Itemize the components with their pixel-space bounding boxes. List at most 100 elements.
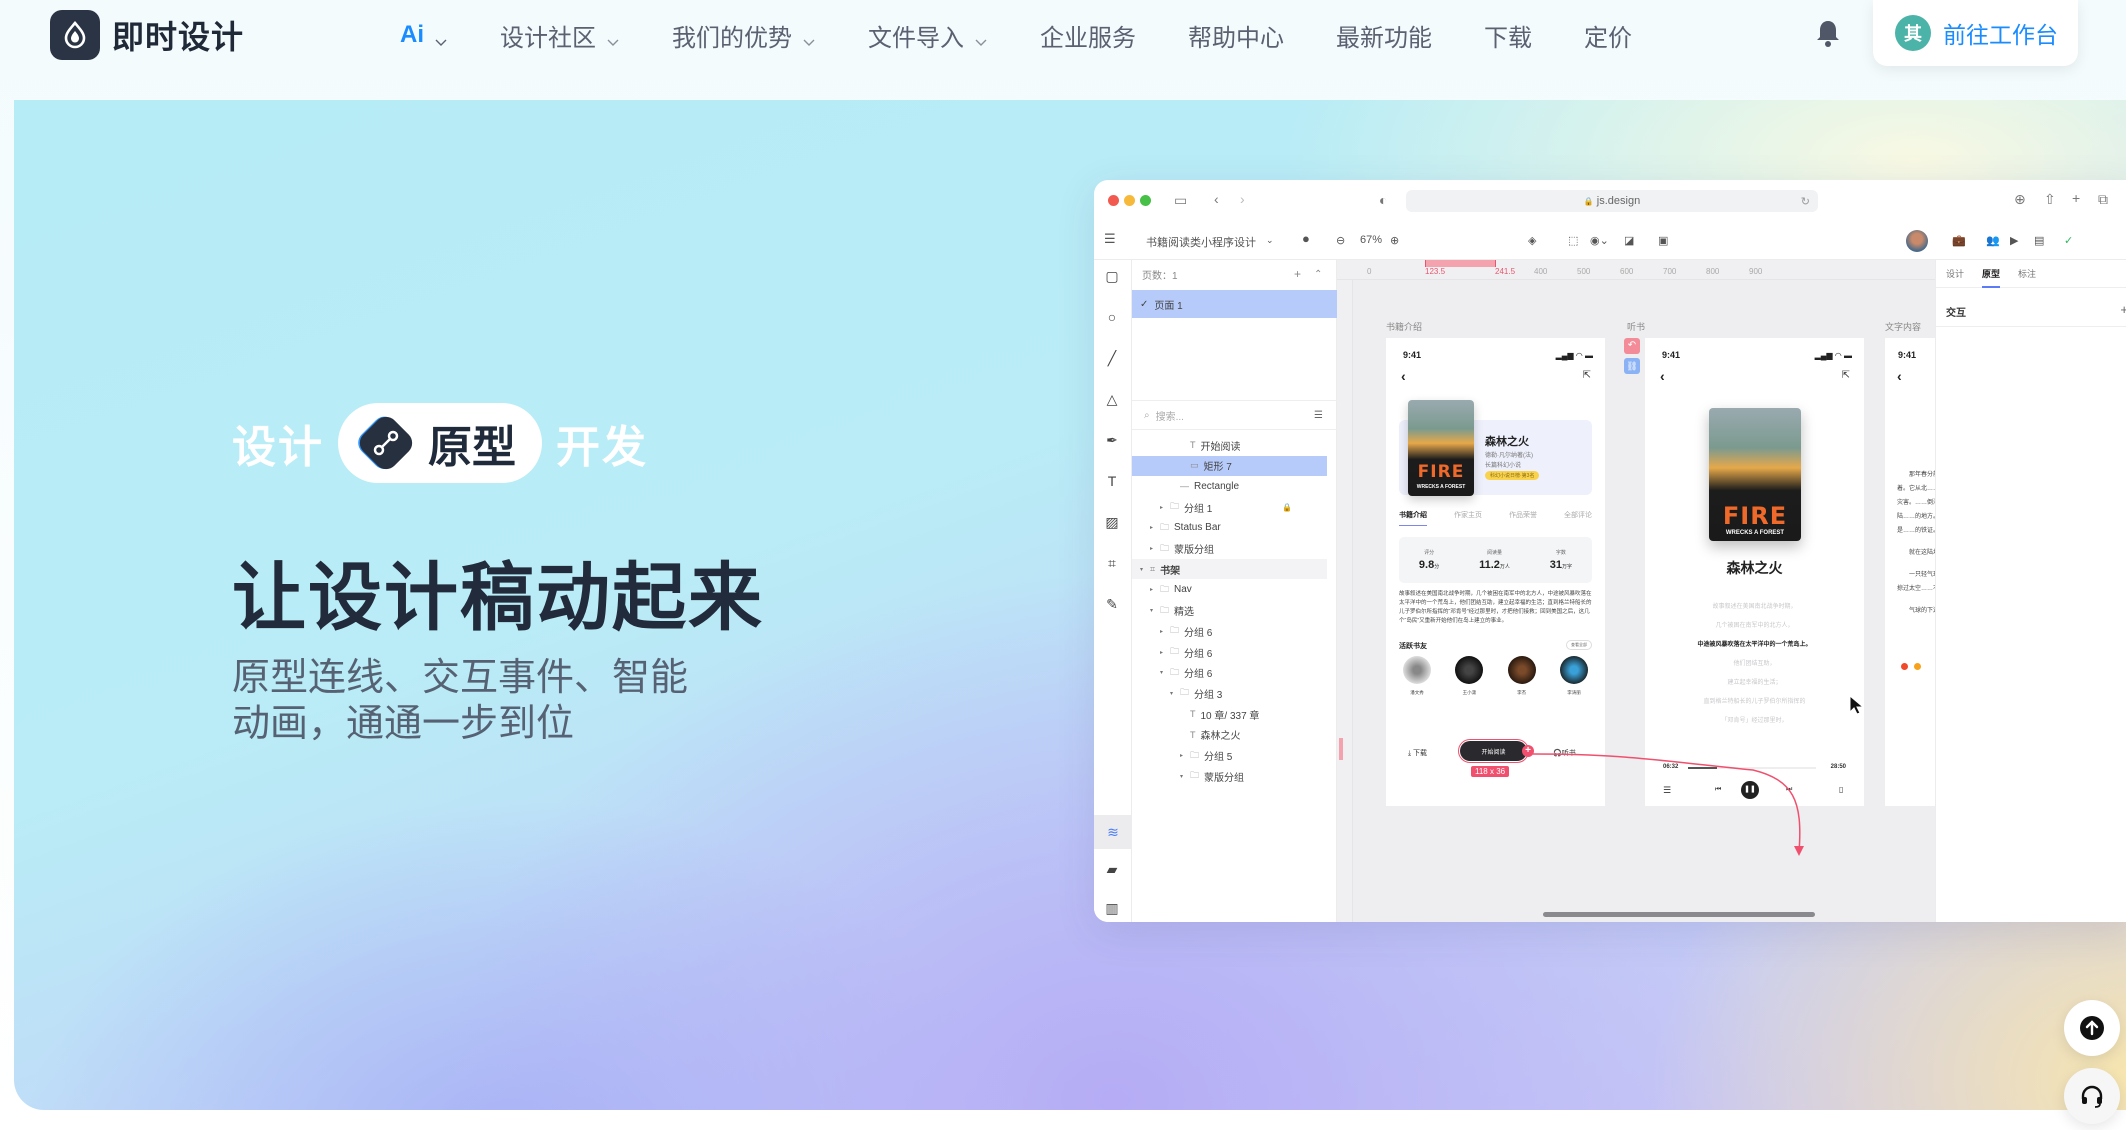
text-layer-icon: T (1190, 729, 1196, 740)
page-item[interactable]: ✓ 页面 1 (1132, 290, 1337, 318)
reload-icon: ↻ (1800, 195, 1810, 208)
nav-item[interactable]: Ai (400, 21, 448, 49)
layers-panel-icon[interactable]: ≋ (1094, 815, 1132, 849)
back-icon: ‹ (1897, 368, 1902, 384)
group-layer-icon: 🗀 (1170, 646, 1180, 656)
layer-row[interactable]: ▾ ⌗ 书架 (1132, 559, 1327, 580)
canvas-horizontal-scrollbar[interactable] (1543, 912, 1815, 917)
file-name: 书籍阅读类小程序设计 (1146, 237, 1256, 249)
layer-row[interactable]: ▸ 🗀 分组 5 (1132, 746, 1327, 766)
layer-row[interactable]: T 森林之火 (1132, 725, 1327, 745)
nav-item[interactable]: 最新功能 (1336, 18, 1432, 53)
properties-tab[interactable]: 设计 (1946, 267, 1964, 280)
go-to-workspace-button[interactable]: 其 前往工作台 (1873, 0, 2078, 66)
ruler-tick-label: 0 (1367, 267, 1372, 276)
layer-row[interactable]: T 10 章/ 337 章 (1132, 704, 1327, 724)
caret-right-icon[interactable]: ▸ (1150, 524, 1160, 531)
brand-logo[interactable]: 即时设计 (50, 10, 244, 60)
headset-icon (2081, 1085, 2103, 1108)
layer-label: 分组 3 (1194, 689, 1223, 701)
lock-icon[interactable]: 🔒 (1282, 503, 1292, 512)
ruler-tick-label: 800 (1706, 267, 1720, 276)
nav-item-label: 最新功能 (1336, 24, 1432, 52)
nav-item[interactable]: 企业服务 (1040, 18, 1136, 53)
caret-down-icon[interactable]: ▾ (1140, 566, 1150, 573)
nav-item[interactable]: 我们的优势 (672, 18, 816, 53)
hero-subtitle: 原型连线、交互事件、智能动画，通通一步到位 (232, 657, 689, 745)
frame-text-content[interactable]: 9:41 ‹ 那年春分前……令人难忘的，人……怒吼着。它从北……过了一千八百英…… (1885, 338, 1935, 806)
nav-item[interactable]: 下载 (1484, 18, 1532, 53)
collapse-icon[interactable]: ⌃ (1314, 269, 1322, 280)
forward-arrow-icon: › (1240, 191, 1245, 207)
rectangle-tool-icon[interactable]: ▢ (1104, 268, 1120, 284)
caret-right-icon[interactable]: ▸ (1160, 628, 1170, 635)
caret-right-icon[interactable]: ▸ (1150, 545, 1160, 552)
caret-down-icon[interactable]: ▾ (1170, 690, 1180, 697)
properties-tab[interactable]: 原型 (1982, 259, 2001, 288)
layer-row[interactable]: ▾ 🗀 分组 3 (1132, 683, 1327, 703)
layer-row[interactable]: T 开始阅读 (1132, 435, 1327, 455)
ruler-tick-label: 123.5 (1425, 267, 1446, 276)
caret-down-icon[interactable]: ▾ (1150, 607, 1160, 614)
caret-right-icon[interactable]: ▸ (1150, 586, 1160, 593)
pages-panel-icon[interactable]: ▥ (1104, 900, 1120, 916)
layer-row[interactable]: ▸ 🗀 分组 1 🔒 (1132, 497, 1327, 517)
caret-right-icon[interactable]: ▸ (1180, 752, 1190, 759)
layer-label: 开始阅读 (1200, 441, 1241, 453)
ellipse-tool-icon[interactable]: ○ (1104, 309, 1120, 325)
text-tool-icon[interactable]: T (1104, 473, 1120, 489)
line-tool-icon[interactable]: ╱ (1104, 350, 1120, 366)
back-to-top-button[interactable] (2064, 1000, 2120, 1056)
color-orange[interactable] (1914, 662, 1921, 670)
tabs-overview-icon: ⧉ (2098, 191, 2108, 207)
color-red[interactable] (1901, 662, 1908, 670)
tag-prototype: 原型 (428, 423, 516, 472)
customer-support-button[interactable] (2064, 1068, 2120, 1124)
frame-tool-icon[interactable]: ⌗ (1104, 555, 1120, 571)
group-layer-icon: 🗀 (1190, 770, 1200, 781)
pages-count: 页数：1 (1142, 270, 1178, 282)
polygon-tool-icon[interactable]: △ (1104, 391, 1120, 407)
horizontal-ruler: 0 123.5 241.5 400 500 600 700 800 900 (1337, 260, 1935, 280)
nav-item[interactable]: 文件导入 (868, 18, 988, 53)
nav-item[interactable]: 帮助中心 (1188, 18, 1284, 53)
layer-row[interactable]: ▾ 🗀 分组 6 (1132, 663, 1327, 683)
layer-row[interactable]: ▸ 🗀 分组 6 (1132, 642, 1327, 662)
layer-row[interactable]: ▾ 🗀 精选 (1132, 601, 1327, 621)
page: 即时设计 Ai 设计社区 我们的优势 文件导入 企业服务 帮助中心 最新功能 下载 定价 其 前… (0, 0, 2126, 1130)
layer-row[interactable]: ▸ 🗀 蒙版分组 (1132, 539, 1327, 559)
image-tool-icon[interactable]: ▨ (1104, 514, 1120, 530)
chevron-down-icon (434, 28, 448, 46)
layer-row[interactable]: ▸ 🗀 Status Bar (1132, 518, 1327, 538)
layer-row[interactable]: ▾ 🗀 蒙版分组 (1132, 766, 1327, 786)
nav-item[interactable]: 设计社区 (500, 18, 620, 53)
pen-tool-icon[interactable]: ✒ (1104, 432, 1120, 448)
menu-icon: ☰ (1104, 231, 1116, 246)
caret-right-icon[interactable]: ▸ (1160, 504, 1170, 511)
download-icon: ⊕ (2014, 191, 2026, 207)
layer-label: 分组 6 (1184, 627, 1213, 639)
filter-icon[interactable]: ☰ (1314, 410, 1323, 421)
bell-icon[interactable] (1815, 18, 1841, 48)
caret-down-icon[interactable]: ▾ (1160, 669, 1170, 676)
collaborator-avatar (1906, 230, 1928, 255)
layer-search[interactable]: ⌕ 搜索... ☰ (1132, 400, 1337, 430)
layer-row[interactable]: — Rectangle (1132, 476, 1327, 496)
prototype-connection-arrow (1532, 753, 1804, 856)
properties-tab[interactable]: 标注 (2018, 267, 2036, 280)
layer-row[interactable]: ▸ 🗀 分组 6 (1132, 621, 1327, 641)
add-interaction-icon[interactable]: + (2120, 302, 2126, 317)
highlight-color-picker[interactable] (1901, 658, 1935, 674)
brush-tool-icon[interactable]: ✎ (1104, 596, 1120, 612)
caret-down-icon[interactable]: ▾ (1180, 773, 1190, 780)
prototype-link-icon (354, 412, 416, 474)
assets-panel-icon[interactable]: ▰ (1104, 861, 1120, 877)
layer-row[interactable]: ▭ 矩形 7 (1132, 455, 1327, 476)
back-arrow-icon: ‹ (1214, 191, 1219, 207)
add-page-icon[interactable]: + (1294, 267, 1301, 281)
caret-right-icon[interactable]: ▸ (1160, 649, 1170, 656)
layer-row[interactable]: ▸ 🗀 Nav (1132, 580, 1327, 600)
nav-item[interactable]: 定价 (1584, 18, 1632, 53)
design-canvas[interactable]: 书籍介绍 9:41 ▂▄▆ ◠ ▬ ‹ ⇱ FIRE WRECKS A FORE… (1353, 280, 1935, 922)
vertical-ruler (1337, 280, 1353, 922)
